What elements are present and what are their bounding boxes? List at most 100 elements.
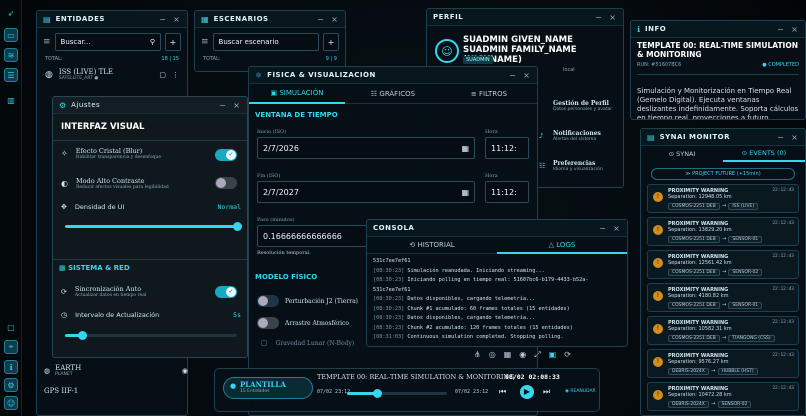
close-button[interactable]: ×	[608, 13, 617, 22]
close-button[interactable]: ×	[330, 15, 339, 24]
event-card[interactable]: ! PROXIMITY WARNING 22:12:43 Separation: 10…	[647, 316, 799, 345]
chart-icon[interactable]: ▥	[4, 93, 18, 107]
plantilla-button[interactable]: ● PLANTILLA 15 Entidades	[223, 377, 313, 399]
entities-icon: ▤	[43, 14, 51, 24]
contrast-icon: ◐	[61, 179, 68, 188]
skip-forward-icon[interactable]: ⏭	[543, 387, 550, 397]
step-value: 0.16666666666666	[263, 231, 342, 241]
entity-name: GPS IIF-1	[44, 387, 79, 395]
event-card[interactable]: ! PROXIMITY WARNING 22:12:43 Separation: 12…	[647, 250, 799, 279]
minimize-button[interactable]: −	[776, 133, 785, 142]
close-button[interactable]: ×	[612, 224, 621, 233]
log-line: [08:30:23] Datos disponibles, cargando t…	[373, 295, 621, 305]
start-date-input[interactable]: 2/7/2026 ▦	[257, 137, 475, 159]
profile-menu-item[interactable]: ♪ Notificaciones Alertas del sistema	[539, 123, 623, 149]
play-button[interactable]: ▶	[520, 385, 534, 399]
skip-back-icon[interactable]: ⏮	[499, 387, 506, 397]
target-icon[interactable]: ◉	[519, 350, 526, 360]
warning-icon: !	[653, 225, 663, 235]
tab-filtros[interactable]: ≡ FILTROS	[441, 90, 537, 98]
close-button[interactable]: ×	[522, 71, 531, 80]
tab-logs[interactable]: △ LOGS	[497, 237, 627, 254]
list-item[interactable]: ◍ ISS (LIVE) TLE SATELLITE_ART ● ▢ ⋮	[37, 62, 187, 87]
minimize-button[interactable]: −	[158, 15, 167, 24]
close-button[interactable]: ×	[790, 25, 799, 34]
close-button[interactable]: ×	[172, 15, 181, 24]
minimize-button[interactable]: −	[776, 25, 785, 34]
screen-icon[interactable]: ▣	[549, 350, 557, 360]
list-icon[interactable]: ☰	[4, 68, 18, 82]
search-icon: ⚲	[149, 38, 155, 46]
cristal-toggle[interactable]	[215, 149, 237, 161]
eye-icon[interactable]: ◉	[182, 367, 188, 375]
filter-icon[interactable]: ≡	[201, 37, 209, 47]
start-time-input[interactable]: 11:12:	[485, 137, 529, 159]
minimize-button[interactable]: −	[598, 224, 607, 233]
density-slider[interactable]	[65, 222, 242, 231]
grid-icon[interactable]: ▦	[504, 350, 512, 360]
profile-menu-item[interactable]: ☷ Preferencias Idioma y visualización	[539, 153, 623, 179]
entity-search-input[interactable]: Buscar... ⚲	[54, 33, 161, 51]
network-icon[interactable]: ⋔	[474, 350, 481, 360]
info-icon[interactable]: ℹ	[4, 360, 18, 374]
reanudar-button[interactable]: ◉ REANUDAR	[565, 389, 596, 394]
folder-icon[interactable]: ▭	[4, 28, 18, 42]
minimize-button[interactable]: −	[594, 13, 603, 22]
atm-toggle[interactable]: Arrastre Atmosférico	[257, 317, 349, 329]
event-card[interactable]: ! PROXIMITY WARNING 22:12:43 Separation: 41…	[647, 283, 799, 312]
interval-slider[interactable]	[65, 331, 237, 340]
orbit-icon[interactable]: ◎	[489, 350, 496, 360]
tab-historial[interactable]: ⟲ HISTORIAL	[367, 241, 497, 249]
close-button[interactable]: ×	[790, 133, 799, 142]
end-time-input[interactable]: 11:12:	[485, 181, 529, 203]
events-list: ! PROXIMITY WARNING 22:12:43 Separation: 12…	[641, 184, 805, 411]
sync-toggle[interactable]	[215, 286, 237, 298]
location-icon[interactable]: ⌖	[4, 340, 18, 354]
j2-toggle[interactable]: Perturbación J2 (Tierra)	[257, 295, 358, 307]
tab-events[interactable]: ⊙ EVENTS (0)	[723, 146, 805, 162]
filter-icon[interactable]: ≡	[43, 37, 51, 47]
event-card[interactable]: ! PROXIMITY WARNING 22:12:43 Separation: 10…	[647, 382, 799, 411]
warning-icon: !	[653, 324, 663, 334]
log-line: [08:30:23] Chunk #1 acumulado: 60 frames…	[373, 305, 621, 315]
toggle-switch[interactable]	[257, 317, 279, 329]
log-line: [08:30:23] Simulación reanudada. Inician…	[373, 267, 621, 277]
close-button[interactable]: ×	[232, 101, 241, 110]
scenario-search-input[interactable]: Buscar escenario	[212, 33, 319, 51]
field-label: Hora	[485, 173, 498, 179]
add-scenario-button[interactable]: +	[323, 33, 339, 51]
minimize-button[interactable]: −	[508, 71, 517, 80]
project-future-button[interactable]: ≫ PROJECT FUTURE (+15min)	[651, 168, 795, 180]
timeline-slider[interactable]	[347, 389, 447, 398]
checkbox-icon[interactable]: ▢	[261, 339, 268, 347]
rocket-icon[interactable]: ➶	[4, 6, 18, 20]
tab-graficos[interactable]: ☷ GRÁFICOS	[345, 90, 441, 98]
more-icon[interactable]: ⋮	[172, 71, 179, 79]
user-icon[interactable]: ☺	[4, 396, 18, 410]
event-card[interactable]: ! PROXIMITY WARNING 22:12:43 Separation: 12…	[647, 184, 799, 213]
list-item[interactable]: ◍ EARTH PLANET ◉	[44, 360, 188, 381]
profile-menu-item[interactable]: Gestión de Perfil Datos personales y avat…	[539, 93, 623, 119]
info-panel: ℹ INFO − × TEMPLATE 00: REAL-TIME SIMULATIO…	[630, 20, 806, 120]
grav-checkbox[interactable]: ▢ Gravedad Lunar (N-Body)	[261, 339, 354, 347]
layers-icon[interactable]: ≋	[4, 48, 18, 62]
event-card[interactable]: ! PROXIMITY WARNING 22:12:43 Separation: 95…	[647, 349, 799, 378]
add-entity-button[interactable]: +	[165, 33, 181, 51]
contrast-toggle[interactable]	[215, 177, 237, 189]
checkbox-icon[interactable]: ▢	[159, 71, 166, 79]
toggle-switch[interactable]	[257, 295, 279, 307]
minimize-button[interactable]: −	[316, 15, 325, 24]
minimize-button[interactable]: −	[218, 101, 227, 110]
calendar-icon[interactable]: ▦	[461, 144, 469, 153]
chat-icon[interactable]: ▢	[4, 320, 18, 334]
tab-simulacion[interactable]: ▣ SIMULACIÓN	[249, 84, 345, 104]
end-date-input[interactable]: 2/7/2027 ▦	[257, 181, 475, 203]
view-toolbar: ⋔ ◎ ▦ ◉ ⤢ ▣ ⟳	[474, 350, 571, 360]
expand-icon[interactable]: ⤢	[534, 350, 540, 360]
avatar[interactable]: ☺	[435, 39, 459, 63]
calendar-icon[interactable]: ▦	[461, 188, 469, 197]
refresh-icon[interactable]: ⟳	[564, 350, 571, 360]
settings-icon[interactable]: ⚙	[4, 378, 18, 392]
tab-synai[interactable]: ⊙ SYNAI	[641, 150, 723, 158]
event-card[interactable]: ! PROXIMITY WARNING 22:12:43 Separation: 13…	[647, 217, 799, 246]
